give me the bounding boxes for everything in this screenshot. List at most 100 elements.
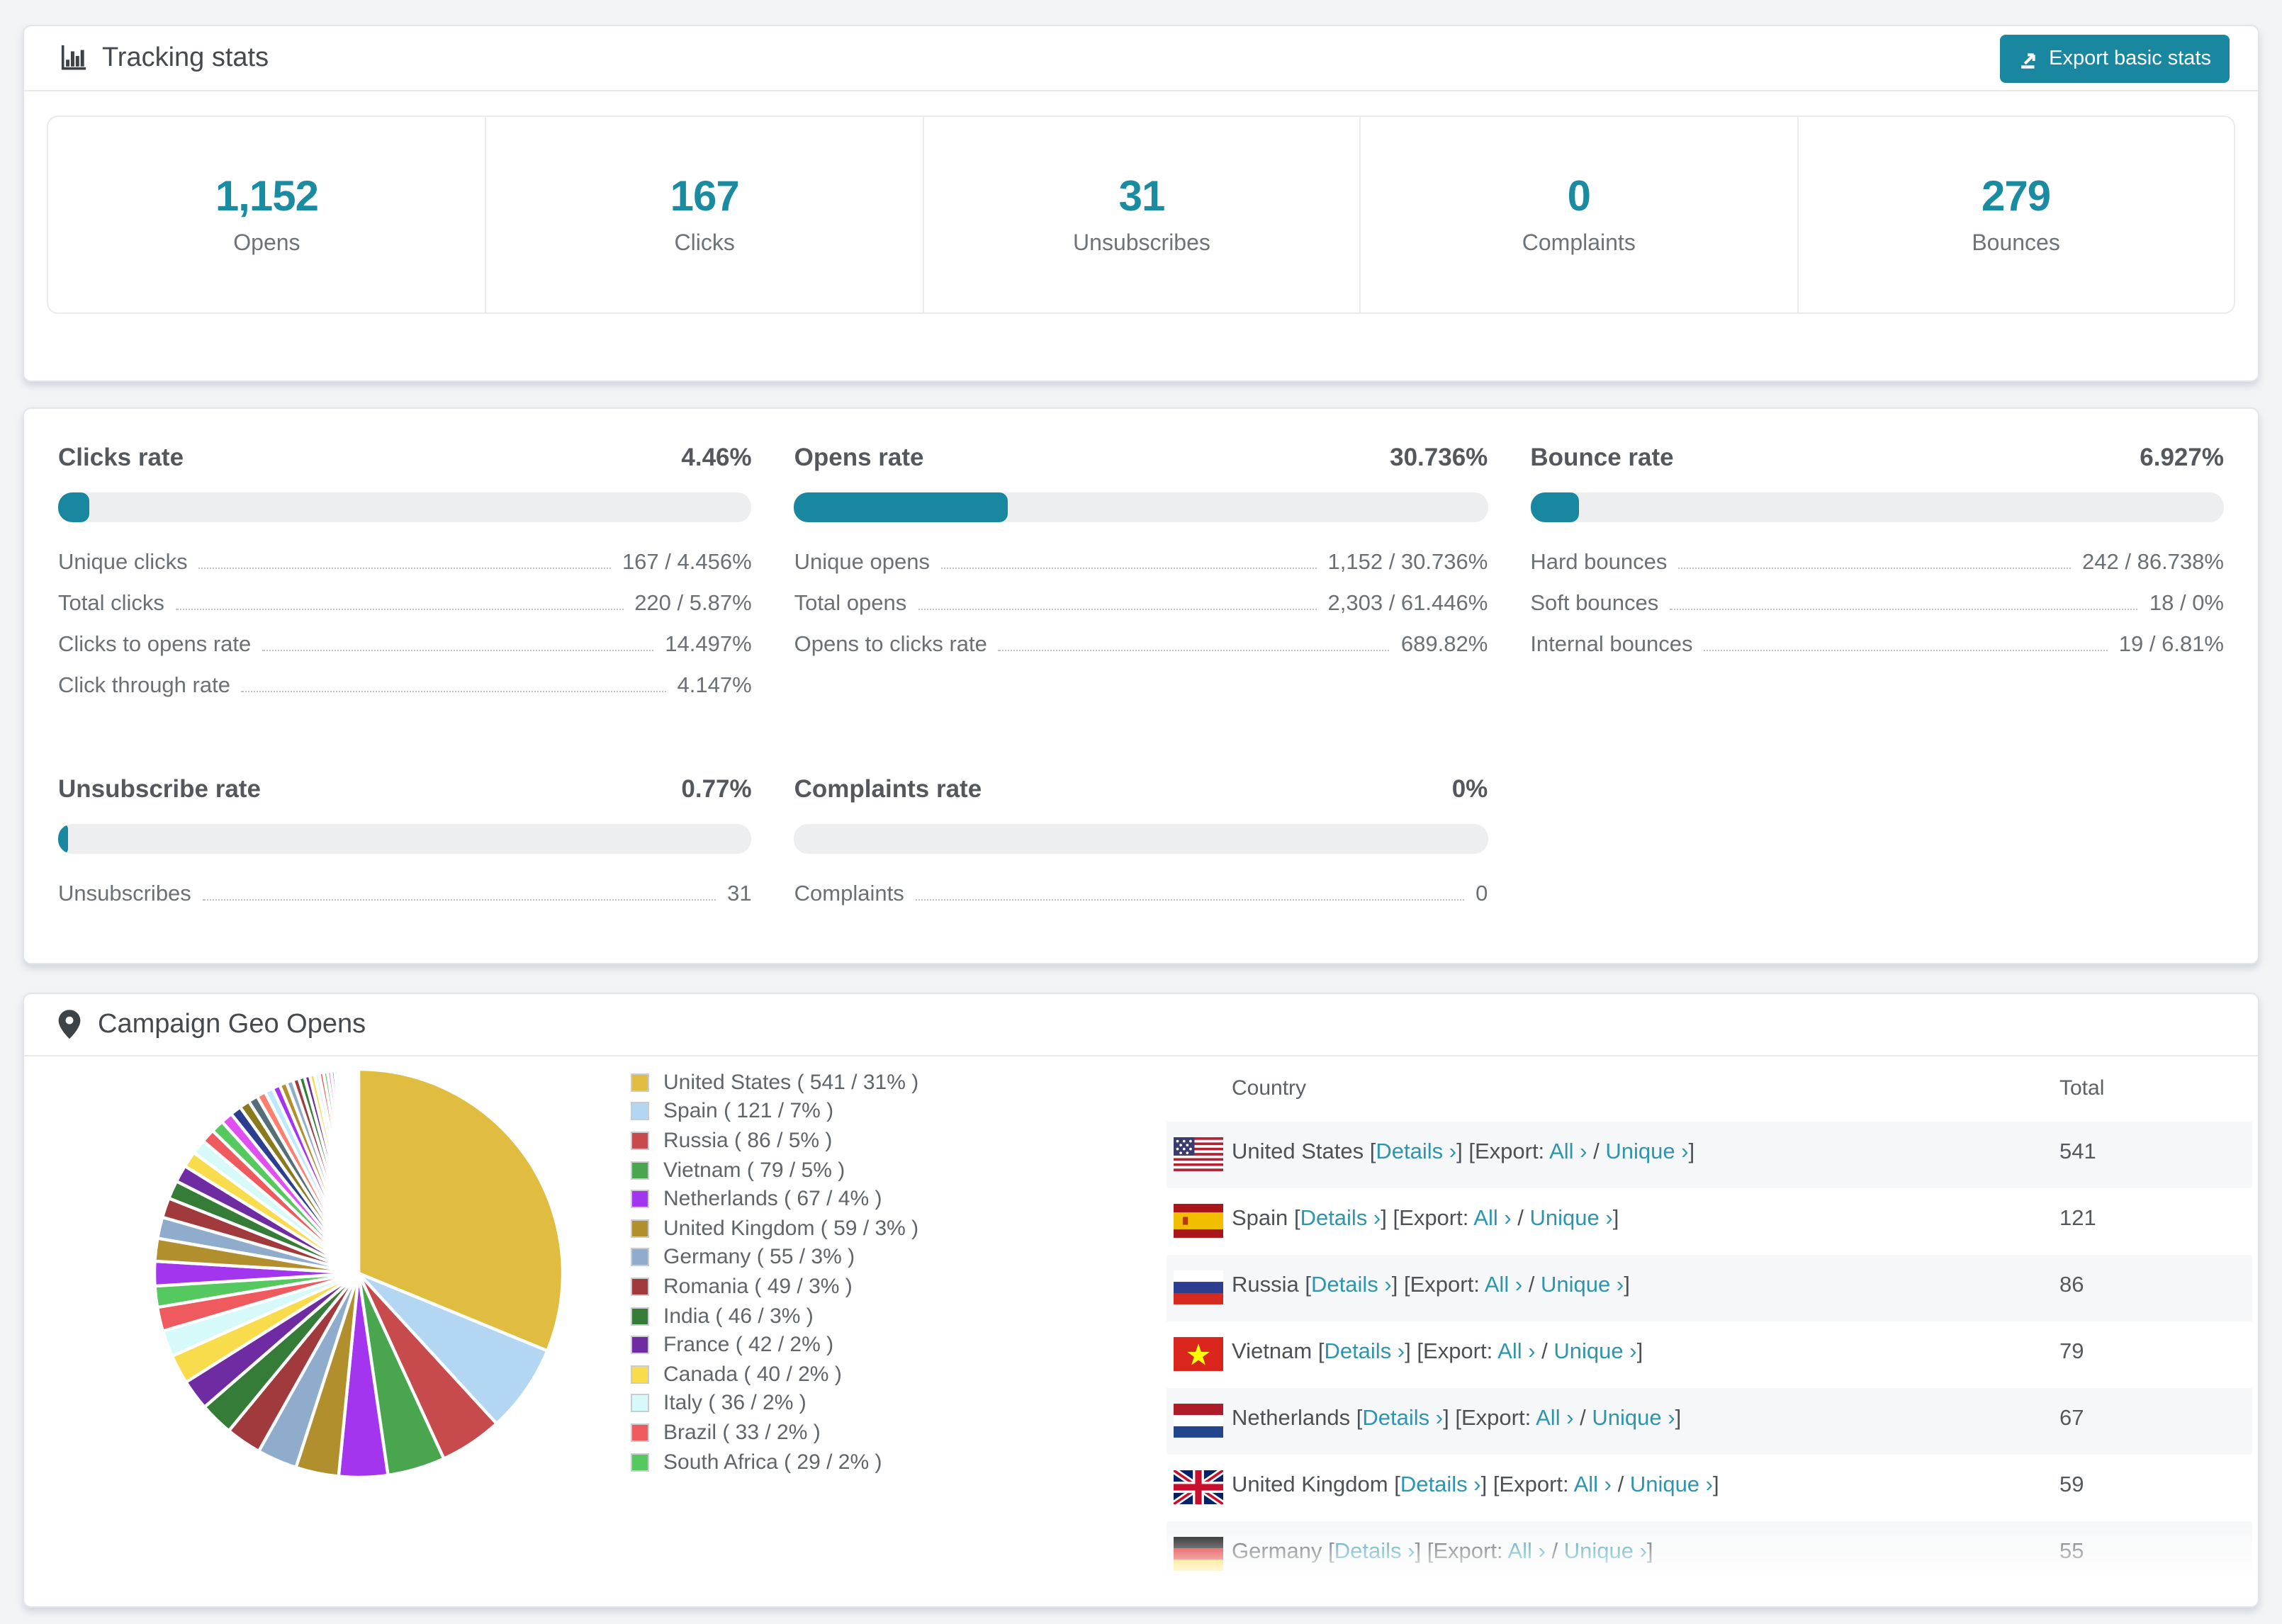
- legend-item: Netherlands ( 67 / 4% ): [628, 1185, 982, 1214]
- rate-value: 4.46%: [681, 443, 752, 471]
- stat-row-label: Soft bounces: [1530, 592, 1659, 616]
- legend-label: France ( 42 / 2% ): [663, 1333, 834, 1358]
- export-all-link[interactable]: All ›: [1507, 1540, 1545, 1564]
- country-total: 55: [2059, 1540, 2084, 1564]
- legend-item: India ( 46 / 3% ): [628, 1302, 982, 1331]
- details-link[interactable]: Details ›: [1362, 1406, 1443, 1431]
- dotted-leader: [262, 634, 654, 651]
- legend-swatch: [628, 1245, 652, 1270]
- export-all-link[interactable]: All ›: [1536, 1406, 1573, 1431]
- progress-bar: [58, 492, 752, 522]
- legend-label: Germany ( 55 / 3% ): [663, 1245, 855, 1270]
- complaints-rate-block: Complaints rate 0% Complaints 0: [794, 774, 1488, 923]
- stat-value: 167: [670, 173, 740, 220]
- stat-row-value: 19 / 6.81%: [2118, 633, 2224, 657]
- export-unique-link[interactable]: Unique ›: [1605, 1140, 1688, 1164]
- stat-row-value: 14.497%: [665, 633, 752, 657]
- legend-label: Spain ( 121 / 7% ): [663, 1099, 834, 1124]
- legend-item: Spain ( 121 / 7% ): [628, 1097, 982, 1126]
- table-row: Spain [Details ›] [Export: All › / Uniqu…: [1167, 1188, 2252, 1255]
- dotted-leader: [175, 593, 624, 610]
- tracking-stats-header: Tracking stats Export basic stats: [24, 26, 2258, 91]
- details-link[interactable]: Details ›: [1334, 1540, 1415, 1564]
- geo-table: Country Total United States [Details ›] …: [1167, 1059, 2252, 1588]
- stat-value: 0: [1567, 173, 1591, 220]
- stat-label: Opens: [233, 231, 300, 255]
- column-total: Total: [2059, 1076, 2105, 1100]
- export-unique-link[interactable]: Unique ›: [1630, 1473, 1713, 1497]
- dotted-leader: [998, 634, 1390, 651]
- export-unique-link[interactable]: Unique ›: [1530, 1207, 1613, 1231]
- stat-value: 279: [1982, 173, 2051, 220]
- legend-label: India ( 46 / 3% ): [663, 1304, 814, 1329]
- campaign-geo-opens-card: Campaign Geo Opens United States ( 541 /…: [23, 993, 2259, 1608]
- legend-label: Romania ( 49 / 3% ): [663, 1274, 853, 1299]
- stat-label: Clicks: [674, 231, 735, 255]
- export-unique-link[interactable]: Unique ›: [1592, 1406, 1675, 1431]
- dashboard: Tracking stats Export basic stats 1,152 …: [0, 25, 2282, 1624]
- stat-row-label: Total opens: [794, 592, 907, 616]
- legend-item: Germany ( 55 / 3% ): [628, 1243, 982, 1272]
- pie-legend: United States ( 541 / 31% ) Spain ( 121 /…: [628, 1068, 982, 1477]
- stat-value: 1,152: [215, 173, 319, 220]
- details-link[interactable]: Details ›: [1400, 1473, 1481, 1497]
- geo-header: Campaign Geo Opens: [24, 994, 2258, 1056]
- dotted-leader: [241, 675, 666, 692]
- details-link[interactable]: Details ›: [1300, 1207, 1381, 1231]
- details-link[interactable]: Details ›: [1376, 1140, 1456, 1164]
- legend-label: United Kingdom ( 59 / 3% ): [663, 1216, 919, 1241]
- stat-row-value: 2,303 / 61.446%: [1327, 592, 1488, 616]
- stat-complaints: 0 Complaints: [1359, 117, 1797, 312]
- stat-row-label: Click through rate: [58, 674, 230, 698]
- progress-bar: [794, 824, 1488, 854]
- stat-row-value: 689.82%: [1400, 633, 1488, 657]
- legend-swatch: [628, 1216, 652, 1241]
- geo-title: Campaign Geo Opens: [98, 1009, 366, 1039]
- rate-title: Clicks rate: [58, 443, 184, 471]
- stat-row: Unique opens 1,152 / 30.736%: [794, 551, 1488, 592]
- column-country: Country: [1232, 1076, 1307, 1100]
- country-flag-icon: [1174, 1470, 1223, 1504]
- details-link[interactable]: Details ›: [1311, 1273, 1392, 1297]
- stat-row-value: 18 / 0%: [2149, 592, 2224, 616]
- bar-chart-icon: [58, 43, 88, 73]
- export-all-link[interactable]: All ›: [1497, 1340, 1535, 1364]
- country-total: 59: [2059, 1473, 2084, 1497]
- country-name: Spain: [1232, 1207, 1288, 1231]
- stat-row: Complaints 0: [794, 882, 1488, 923]
- dotted-leader: [915, 884, 1465, 901]
- legend-swatch: [628, 1187, 652, 1212]
- country-name: Germany: [1232, 1540, 1322, 1564]
- stat-label: Complaints: [1522, 231, 1636, 255]
- stat-row-label: Internal bounces: [1530, 633, 1693, 657]
- country-total: 121: [2059, 1207, 2096, 1231]
- export-basic-stats-button[interactable]: Export basic stats: [1999, 35, 2230, 83]
- export-all-link[interactable]: All ›: [1485, 1273, 1522, 1297]
- dotted-leader: [198, 552, 611, 569]
- progress-bar: [58, 824, 752, 854]
- export-all-link[interactable]: All ›: [1549, 1140, 1587, 1164]
- table-row: Netherlands [Details ›] [Export: All › /…: [1167, 1388, 2252, 1455]
- details-link[interactable]: Details ›: [1324, 1340, 1405, 1364]
- legend-item: Italy ( 36 / 2% ): [628, 1389, 982, 1418]
- country-name: Netherlands: [1232, 1406, 1351, 1431]
- export-unique-link[interactable]: Unique ›: [1564, 1540, 1647, 1564]
- export-all-link[interactable]: All ›: [1473, 1207, 1511, 1231]
- export-all-link[interactable]: All ›: [1574, 1473, 1612, 1497]
- export-unique-link[interactable]: Unique ›: [1553, 1340, 1636, 1364]
- stat-row-value: 4.147%: [677, 674, 752, 698]
- country-flag-icon: [1174, 1337, 1223, 1371]
- stat-clicks: 167 Clicks: [485, 117, 923, 312]
- stat-label: Unsubscribes: [1073, 231, 1210, 255]
- stat-row-value: 167 / 4.456%: [622, 551, 752, 575]
- country-name: Russia: [1232, 1273, 1299, 1297]
- legend-swatch: [628, 1304, 652, 1329]
- rate-value: 30.736%: [1390, 443, 1488, 471]
- bounce-rate-block: Bounce rate 6.927% Hard bounces 242 / 86.…: [1530, 443, 2224, 715]
- legend-label: United States ( 541 / 31% ): [663, 1070, 919, 1095]
- stat-row-label: Clicks to opens rate: [58, 633, 252, 657]
- legend-swatch: [628, 1362, 652, 1387]
- legend-item: Russia ( 86 / 5% ): [628, 1126, 982, 1155]
- table-row: United Kingdom [Details ›] [Export: All …: [1167, 1455, 2252, 1521]
- export-unique-link[interactable]: Unique ›: [1541, 1273, 1624, 1297]
